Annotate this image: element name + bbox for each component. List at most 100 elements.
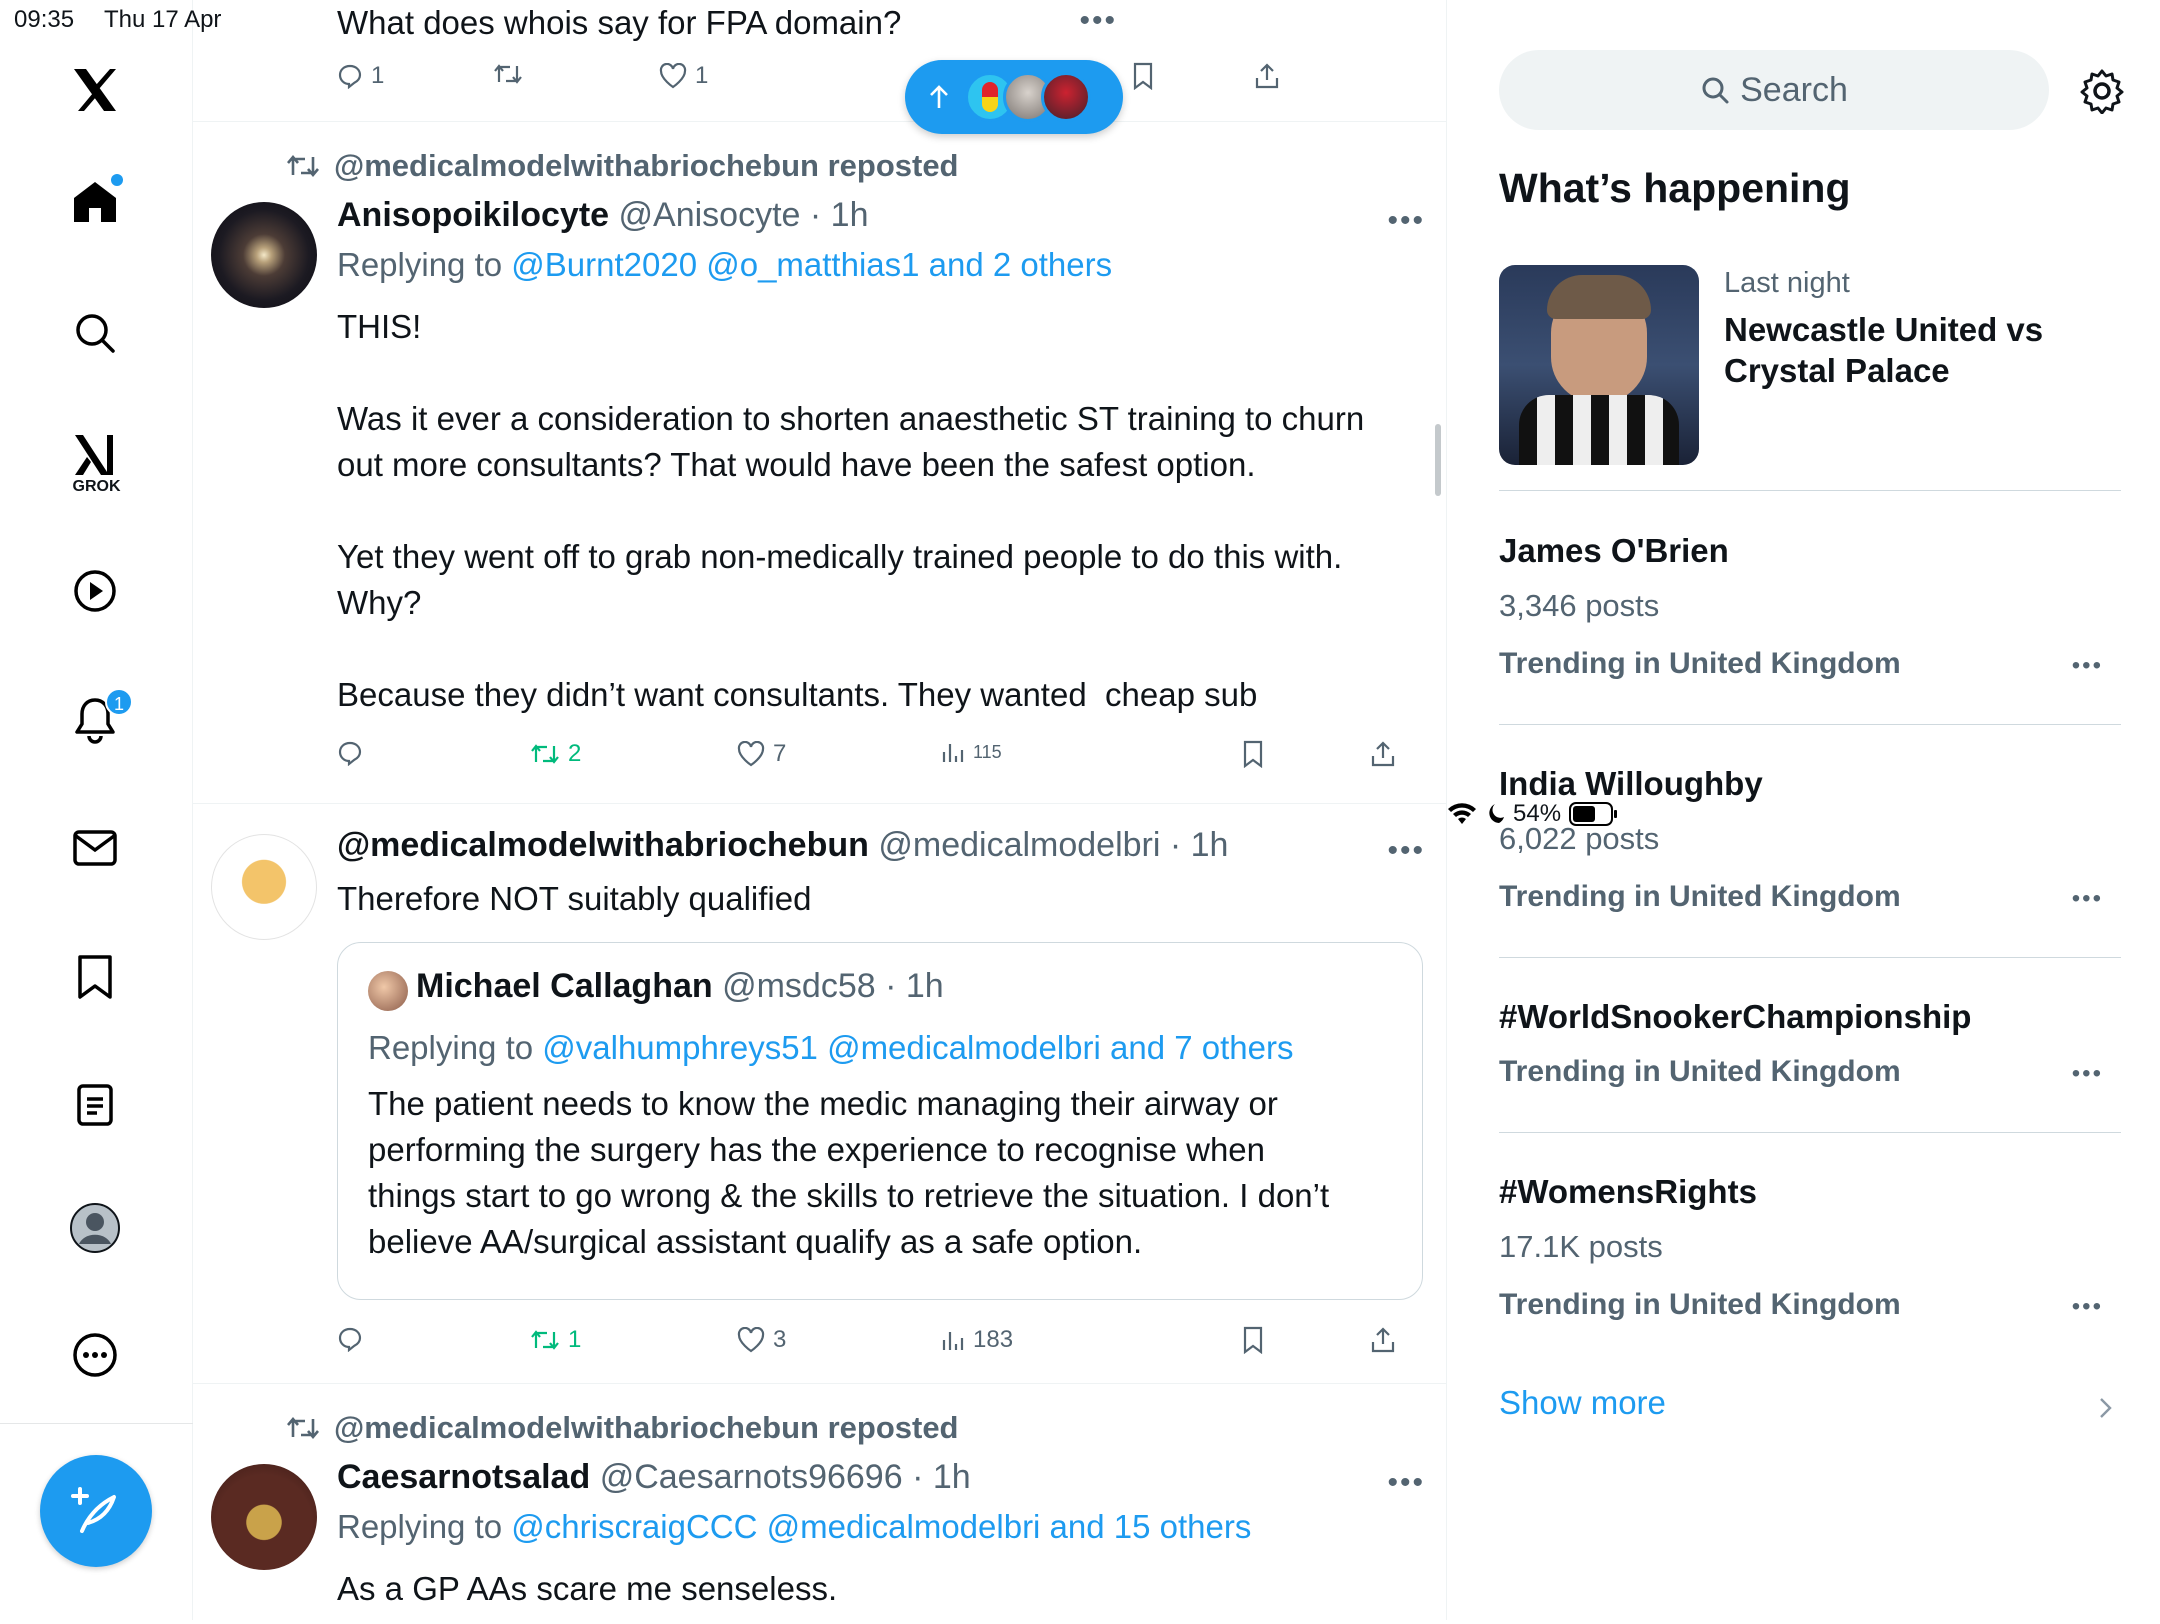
replying-prefix: Replying to xyxy=(337,1508,512,1545)
battery-percent: 54% xyxy=(1513,800,1562,827)
like-count: 3 xyxy=(773,1326,787,1353)
handle[interactable]: @Anisocyte xyxy=(619,196,801,234)
compose-post-button[interactable] xyxy=(40,1455,152,1567)
status-time: 09:35 xyxy=(14,6,75,33)
wifi-icon xyxy=(1448,803,1476,824)
share-icon xyxy=(1371,741,1395,767)
quoted-post[interactable]: Michael Callaghan @msdc58 · 1h Replying … xyxy=(337,942,1423,1300)
replying-to: Replying to @chriscraigCCC @medicalmodel… xyxy=(337,1508,1251,1546)
heart-icon xyxy=(737,741,765,767)
quote-text: The patient needs to know the medic mana… xyxy=(368,1085,1330,1260)
share-button[interactable] xyxy=(1254,62,1280,90)
share-button[interactable] xyxy=(1370,740,1396,768)
avatar[interactable] xyxy=(211,202,317,308)
quote-replying-links[interactable]: @valhumphreys51 @medicalmodelbri and 7 o… xyxy=(542,1029,1293,1066)
repost-button[interactable]: 1 xyxy=(530,1326,581,1354)
repost-icon xyxy=(531,744,559,764)
arrow-up-icon xyxy=(930,85,948,108)
reply-icon xyxy=(338,1327,362,1352)
reply-button[interactable] xyxy=(337,1326,363,1352)
profile-icon[interactable] xyxy=(55,1188,135,1268)
compose-feather-icon xyxy=(71,1487,116,1533)
home-unread-dot xyxy=(111,174,123,186)
timeline: What does whois say for FPA domain? ••• … xyxy=(193,0,1447,1620)
share-icon xyxy=(1255,63,1279,89)
repost-indicator: @medicalmodelwithabriochebun reposted xyxy=(286,1410,959,1446)
like-count: 7 xyxy=(773,740,787,767)
like-count: 1 xyxy=(695,62,709,89)
heart-icon xyxy=(737,1327,765,1353)
reply-button[interactable]: 1 xyxy=(337,62,384,90)
post-caesarnotsalad[interactable]: @medicalmodelwithabriochebun reposted Ca… xyxy=(193,1384,1446,1620)
notifications-icon[interactable]: 1 xyxy=(55,680,135,760)
video-icon[interactable] xyxy=(55,551,135,631)
bookmark-button[interactable] xyxy=(1132,62,1154,90)
views-count: 115 xyxy=(973,745,1002,759)
repost-button[interactable]: 2 xyxy=(530,740,581,768)
repost-button[interactable] xyxy=(493,62,523,86)
battery-icon xyxy=(1569,802,1618,826)
like-button[interactable]: 3 xyxy=(737,1326,786,1354)
post-more-icon[interactable]: ••• xyxy=(1387,834,1425,868)
repost-count: 1 xyxy=(568,1326,582,1353)
more-options-icon[interactable] xyxy=(55,1315,135,1395)
avatar[interactable] xyxy=(211,1464,317,1570)
status-date: Thu 17 Apr xyxy=(104,6,222,33)
top-post-actions: 1 1 xyxy=(337,62,1437,102)
views-icon xyxy=(942,744,964,762)
moon-icon xyxy=(1489,804,1504,823)
reposted-by: @medicalmodelwithabriochebun reposted xyxy=(334,1410,959,1445)
display-name[interactable]: Caesarnotsalad xyxy=(337,1458,590,1496)
repost-icon xyxy=(287,1416,319,1440)
post-header: Caesarnotsalad @Caesarnots96696 · 1h xyxy=(337,1458,971,1497)
replying-to: Replying to @Burnt2020 @o_matthias1 and … xyxy=(337,246,1112,284)
repost-count: 2 xyxy=(568,740,582,767)
post-anisopoikilocyte[interactable]: @medicalmodelwithabriochebun reposted An… xyxy=(193,122,1446,804)
lists-icon[interactable] xyxy=(55,1065,135,1145)
share-button[interactable] xyxy=(1370,1326,1396,1354)
bookmarks-icon[interactable] xyxy=(55,937,135,1017)
avatar[interactable] xyxy=(211,834,317,940)
bookmark-button[interactable] xyxy=(1242,1326,1264,1354)
views-button[interactable]: 115 xyxy=(941,740,1002,764)
quote-time: · 1h xyxy=(885,967,944,1005)
replying-links[interactable]: @chriscraigCCC @medicalmodelbri and 15 o… xyxy=(511,1508,1251,1545)
handle[interactable]: @medicalmodelbri xyxy=(878,826,1160,864)
post-more-icon[interactable]: ••• xyxy=(1387,1466,1425,1500)
quote-replying-to: Replying to @valhumphreys51 @medicalmode… xyxy=(368,1029,1293,1067)
bookmark-button[interactable] xyxy=(1242,740,1264,768)
post-medicalmodel[interactable]: @medicalmodelwithabriochebun @medicalmod… xyxy=(193,804,1446,1384)
like-button[interactable]: 7 xyxy=(737,740,786,768)
post-header: Anisopoikilocyte @Anisocyte · 1h xyxy=(337,196,868,235)
messages-icon[interactable] xyxy=(55,808,135,888)
views-button[interactable]: 183 xyxy=(941,1326,1013,1354)
post-actions: 1 3 183 xyxy=(337,1326,1437,1366)
replying-links[interactable]: @Burnt2020 @o_matthias1 and 2 others xyxy=(511,246,1112,283)
views-icon xyxy=(942,1332,964,1350)
post-more-icon[interactable]: ••• xyxy=(1387,204,1425,238)
like-button[interactable]: 1 xyxy=(659,62,708,90)
handle[interactable]: @Caesarnots96696 xyxy=(600,1458,903,1496)
quote-avatar xyxy=(368,971,408,1011)
reply-icon xyxy=(338,741,362,766)
heart-icon xyxy=(659,63,687,89)
replying-prefix: Replying to xyxy=(337,246,512,283)
notification-badge: 1 xyxy=(105,688,133,716)
post-header: @medicalmodelwithabriochebun @medicalmod… xyxy=(337,826,1228,865)
bookmark-icon xyxy=(1243,740,1263,768)
reply-count: 1 xyxy=(371,62,385,89)
bookmark-icon xyxy=(1243,1326,1263,1354)
quote-handle: @msdc58 xyxy=(722,967,876,1005)
search-icon[interactable] xyxy=(55,293,135,373)
repost-indicator: @medicalmodelwithabriochebun reposted xyxy=(286,148,959,184)
x-logo-icon[interactable] xyxy=(55,50,135,130)
display-name[interactable]: Anisopoikilocyte xyxy=(337,196,609,234)
home-icon[interactable] xyxy=(55,162,135,242)
post-actions: 2 7 115 xyxy=(337,740,1437,780)
status-bar: 09:35 Thu 17 Apr 54% xyxy=(0,0,2160,827)
display-name[interactable]: @medicalmodelwithabriochebun xyxy=(337,826,869,864)
scrollbar[interactable] xyxy=(1435,424,1441,496)
reply-button[interactable] xyxy=(337,740,363,766)
pill-avatar xyxy=(1041,72,1091,122)
quote-display-name: Michael Callaghan xyxy=(416,967,713,1005)
